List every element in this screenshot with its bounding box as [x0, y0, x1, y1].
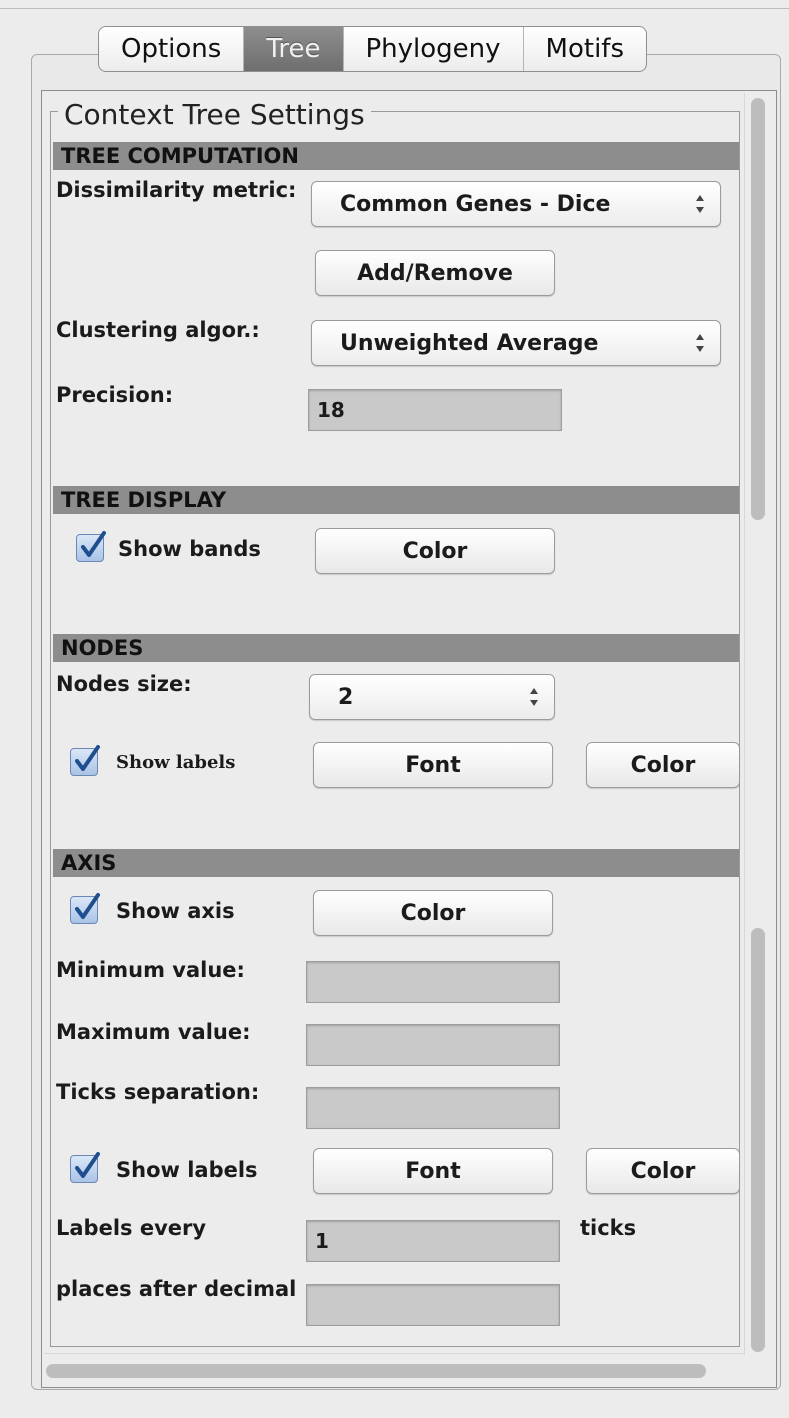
dissimilarity-metric-label: Dissimilarity metric: — [56, 178, 297, 202]
dissimilarity-metric-select[interactable]: Common Genes - Dice — [311, 181, 721, 227]
clustering-algorithm-label: Clustering algor.: — [56, 318, 260, 342]
ticks-suffix-label: ticks — [580, 1216, 637, 1240]
updown-arrows-icon — [530, 688, 538, 706]
tab-tree[interactable]: Tree — [244, 27, 344, 71]
clustering-algorithm-select[interactable]: Unweighted Average — [311, 320, 721, 366]
tab-bar: Options Tree Phylogeny Motifs — [98, 26, 648, 72]
labels-every-field[interactable]: 1 — [306, 1220, 560, 1262]
section-header-axis: AXIS — [53, 849, 739, 877]
places-after-decimal-field[interactable] — [306, 1284, 560, 1326]
nodes-size-label: Nodes size: — [56, 672, 192, 696]
nodes-size-value: 2 — [338, 684, 354, 710]
show-axis-checkbox[interactable] — [70, 893, 100, 924]
maximum-value-label: Maximum value: — [56, 1020, 251, 1044]
vertical-scrollbar-thumb-upper[interactable] — [751, 98, 765, 520]
checkmark-icon — [75, 893, 100, 919]
nodes-color-button[interactable]: Color — [586, 742, 740, 788]
ticks-separation-field[interactable] — [306, 1087, 560, 1129]
show-bands-checkbox[interactable] — [76, 531, 106, 562]
checkmark-icon — [75, 1152, 100, 1178]
precision-field[interactable]: 18 — [308, 389, 562, 431]
group-title: Context Tree Settings — [58, 98, 371, 131]
section-header-nodes: NODES — [53, 634, 739, 662]
precision-label: Precision: — [56, 383, 174, 407]
checkmark-icon — [81, 531, 106, 557]
vertical-scrollbar-thumb-lower[interactable] — [751, 928, 765, 1352]
tab-phylogeny[interactable]: Phylogeny — [344, 27, 524, 71]
nodes-size-select[interactable]: 2 — [309, 674, 555, 720]
checkmark-icon — [75, 745, 100, 771]
horizontal-scrollbar-thumb[interactable] — [46, 1364, 706, 1378]
axis-show-labels-checkbox[interactable] — [70, 1152, 100, 1183]
updown-arrows-icon — [696, 195, 704, 213]
tab-motifs[interactable]: Motifs — [524, 27, 646, 71]
nodes-show-labels-label: Show labels — [116, 752, 236, 773]
section-header-tree-computation: TREE COMPUTATION — [53, 142, 739, 170]
bands-color-button[interactable]: Color — [315, 528, 555, 574]
tab-options[interactable]: Options — [99, 27, 245, 71]
section-header-tree-display: TREE DISPLAY — [53, 486, 739, 514]
places-after-decimal-label: places after decimal — [56, 1277, 297, 1301]
clustering-algorithm-value: Unweighted Average — [340, 330, 599, 356]
nodes-show-labels-checkbox[interactable] — [70, 745, 100, 776]
axis-labels-font-button[interactable]: Font — [313, 1148, 553, 1194]
maximum-value-field[interactable] — [306, 1024, 560, 1066]
minimum-value-field[interactable] — [306, 961, 560, 1003]
axis-show-labels-label: Show labels — [116, 1158, 258, 1182]
nodes-font-button[interactable]: Font — [313, 742, 553, 788]
minimum-value-label: Minimum value: — [56, 958, 245, 982]
axis-labels-color-button[interactable]: Color — [586, 1148, 740, 1194]
labels-every-label: Labels every — [56, 1216, 207, 1240]
axis-color-button[interactable]: Color — [313, 890, 553, 936]
add-remove-button[interactable]: Add/Remove — [315, 250, 555, 296]
window-top-divider — [0, 8, 789, 9]
updown-arrows-icon — [696, 334, 704, 352]
ticks-separation-label: Ticks separation: — [56, 1080, 260, 1104]
show-bands-label: Show bands — [118, 537, 261, 561]
dissimilarity-metric-value: Common Genes - Dice — [340, 191, 611, 217]
show-axis-label: Show axis — [116, 899, 235, 923]
